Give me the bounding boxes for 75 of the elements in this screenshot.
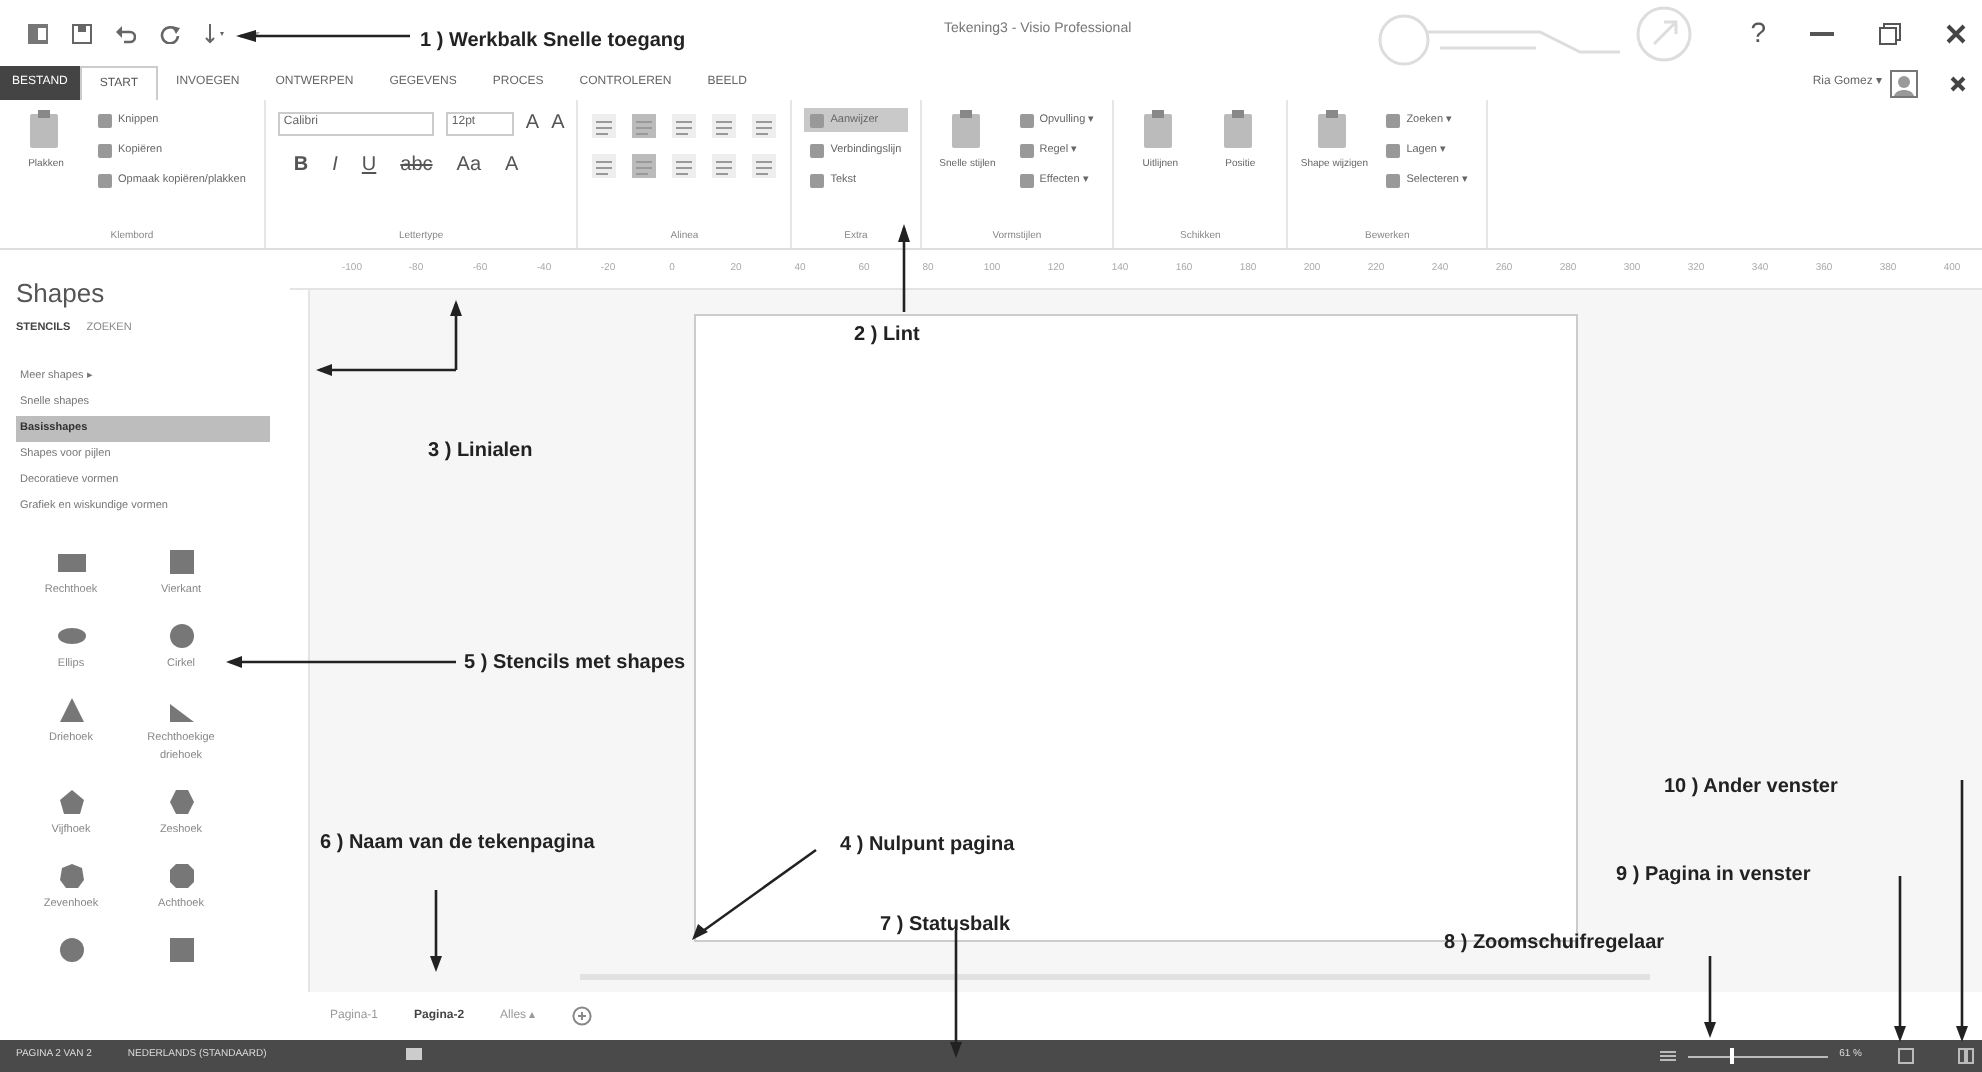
align-icon[interactable] <box>630 152 659 180</box>
format-button[interactable]: B <box>293 150 309 180</box>
align-icon[interactable] <box>670 152 699 180</box>
octagon-icon[interactable] <box>165 862 197 890</box>
callout-label: 5 ) Stencils met shapes <box>464 650 686 678</box>
callout-arrow <box>692 848 817 940</box>
square-icon <box>1019 173 1034 187</box>
callout-label: 7 ) Statusbalk <box>880 912 1011 940</box>
callout-label: 8 ) Zoomschuifregelaar <box>1444 930 1665 958</box>
callout-label: 9 ) Pagina in venster <box>1616 862 1811 890</box>
callout-arrow <box>1704 956 1716 1038</box>
square-icon <box>810 113 825 127</box>
square-icon <box>810 173 825 187</box>
align-icon[interactable] <box>750 152 779 180</box>
square-icon <box>98 113 112 127</box>
format-button[interactable]: A <box>525 108 540 138</box>
app-icon[interactable] <box>28 23 48 43</box>
circle-icon[interactable] <box>165 622 197 650</box>
square-icon <box>810 143 825 157</box>
align-icon[interactable] <box>710 152 739 180</box>
format-button[interactable]: I <box>332 150 338 180</box>
callout-label: 10 ) Ander venster <box>1664 774 1838 802</box>
zoom-slider[interactable] <box>1687 1048 1828 1064</box>
switch-windows-icon[interactable] <box>1958 1048 1974 1064</box>
format-button[interactable]: Aa <box>456 150 482 180</box>
square-icon <box>1386 143 1401 157</box>
square-icon <box>1019 113 1034 127</box>
square-icon[interactable] <box>165 547 197 576</box>
format-button[interactable]: A <box>505 150 519 180</box>
help-button[interactable]: ? <box>1750 12 1766 54</box>
callout-label: 1 ) Werkbalk Snelle toegang <box>420 28 686 56</box>
clipboard-icon[interactable] <box>949 108 986 152</box>
avatar-icon[interactable] <box>1890 69 1918 97</box>
callout-label: 3 ) Linialen <box>428 438 533 466</box>
circle-icon[interactable] <box>55 936 87 965</box>
align-icon[interactable] <box>630 112 659 140</box>
slider-thumb[interactable] <box>1729 1048 1734 1064</box>
square-icon[interactable] <box>165 936 197 965</box>
clipboard-icon[interactable] <box>28 108 64 152</box>
save-icon[interactable] <box>72 23 92 43</box>
square-icon <box>1386 173 1401 187</box>
callout-arrow <box>430 890 442 972</box>
redo-icon[interactable] <box>160 23 180 43</box>
align-icon[interactable] <box>750 112 779 140</box>
callout-arrow <box>950 930 962 1058</box>
heptagon-icon[interactable] <box>55 862 87 890</box>
align-icon[interactable] <box>590 112 619 140</box>
callout-label: 4 ) Nulpunt pagina <box>840 832 1015 860</box>
panel-title: Shapes <box>16 276 105 312</box>
callout-arrow <box>898 224 910 312</box>
macro-icon[interactable] <box>406 1048 423 1064</box>
align-icon[interactable] <box>670 112 699 140</box>
align-icon[interactable] <box>710 112 739 140</box>
add-page-icon[interactable] <box>571 1006 592 1026</box>
pentagon-icon[interactable] <box>55 787 87 816</box>
format-button[interactable]: abc <box>400 150 433 180</box>
callout-label: 2 ) Lint <box>854 322 920 350</box>
align-icon[interactable] <box>590 152 619 180</box>
close-icon[interactable] <box>1950 75 1966 91</box>
square-icon <box>98 173 112 187</box>
restore-icon[interactable] <box>1878 21 1902 45</box>
minimize-icon[interactable] <box>1810 29 1834 37</box>
square-icon <box>1386 113 1401 127</box>
presentation-icon[interactable] <box>1659 1048 1676 1064</box>
format-button[interactable]: U <box>361 150 377 180</box>
close-icon[interactable] <box>1946 23 1966 43</box>
format-button[interactable]: A <box>551 108 565 138</box>
square-icon <box>98 143 112 157</box>
hexagon-icon[interactable] <box>165 787 197 816</box>
ellipse-icon[interactable] <box>55 622 87 650</box>
triangle-icon[interactable] <box>55 696 87 725</box>
undo-icon[interactable] <box>116 23 136 43</box>
square-icon <box>1019 143 1034 157</box>
fit-page-icon[interactable] <box>1898 1048 1914 1064</box>
callout-label: 6 ) Naam van de tekenpagina <box>320 830 595 858</box>
